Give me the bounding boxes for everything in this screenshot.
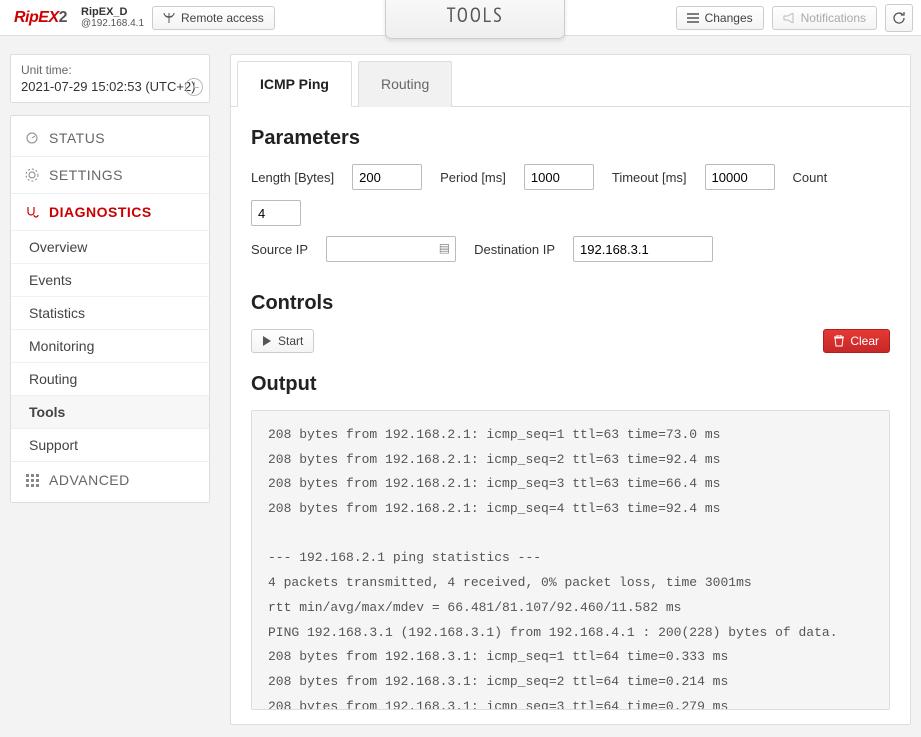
length-input[interactable] xyxy=(352,164,422,190)
sidebar-sub-support[interactable]: Support xyxy=(11,428,209,461)
start-button[interactable]: Start xyxy=(251,329,314,353)
dest-ip-input[interactable] xyxy=(573,236,713,262)
sidebar-sub-statistics[interactable]: Statistics xyxy=(11,296,209,329)
parameters-title: Parameters xyxy=(251,127,890,150)
sidebar-nav: STATUS SETTINGS DIAGNOSTICS Overview Eve… xyxy=(10,115,210,503)
gauge-icon xyxy=(25,131,39,145)
changes-button[interactable]: Changes xyxy=(676,6,764,30)
sidebar-sub-tools[interactable]: Tools xyxy=(11,395,209,428)
tabs: ICMP Ping Routing xyxy=(231,55,910,107)
period-label: Period [ms] xyxy=(440,170,506,185)
left-column: Unit time: 2021-07-29 15:02:53 (UTC+2) S… xyxy=(10,54,210,725)
tab-routing[interactable]: Routing xyxy=(358,61,452,107)
length-label: Length [Bytes] xyxy=(251,170,334,185)
sidebar-item-label: SETTINGS xyxy=(49,167,123,183)
unit-time-value: 2021-07-29 15:02:53 (UTC+2) xyxy=(21,79,199,94)
clear-button[interactable]: Clear xyxy=(823,329,890,353)
sidebar-item-label: ADVANCED xyxy=(49,472,130,488)
page-title: TOOLS xyxy=(385,0,565,39)
megaphone-icon xyxy=(783,13,795,23)
count-label: Count xyxy=(793,170,828,185)
sidebar-item-status[interactable]: STATUS xyxy=(11,120,209,156)
output-section: Output 208 bytes from 192.168.2.1: icmp_… xyxy=(231,373,910,724)
topbar: RipEX2 RipEX_D @192.168.4.1 Remote acces… xyxy=(0,0,921,36)
logo: RipEX2 xyxy=(8,9,73,27)
stethoscope-icon xyxy=(25,205,39,219)
logo-suffix: 2 xyxy=(59,9,67,26)
device-ip: @192.168.4.1 xyxy=(81,18,144,29)
sidebar-item-advanced[interactable]: ADVANCED xyxy=(11,461,209,498)
start-label: Start xyxy=(278,334,303,348)
sidebar-item-label: DIAGNOSTICS xyxy=(49,204,152,220)
clock-icon xyxy=(185,78,203,96)
sidebar-item-settings[interactable]: SETTINGS xyxy=(11,156,209,193)
timeout-label: Timeout [ms] xyxy=(612,170,687,185)
content-panel: ICMP Ping Routing Parameters Length [Byt… xyxy=(230,54,911,725)
sidebar-item-diagnostics[interactable]: DIAGNOSTICS xyxy=(11,193,209,230)
sidebar-sub-overview[interactable]: Overview xyxy=(11,230,209,263)
device-name: RipEX_D xyxy=(81,6,144,18)
dest-ip-label: Destination IP xyxy=(474,242,555,257)
controls-section: Controls Start Clear xyxy=(231,292,910,367)
sidebar-item-label: STATUS xyxy=(49,130,105,146)
parameters-section: Parameters Length [Bytes] Period [ms] Ti… xyxy=(231,107,910,286)
sidebar-sub-monitoring[interactable]: Monitoring xyxy=(11,329,209,362)
clear-label: Clear xyxy=(850,334,879,348)
unit-time-label: Unit time: xyxy=(21,63,199,77)
refresh-button[interactable] xyxy=(885,4,913,32)
logo-text: RipEX xyxy=(14,9,59,26)
refresh-icon xyxy=(892,11,906,25)
source-ip-input[interactable] xyxy=(326,236,456,262)
output-title: Output xyxy=(251,373,890,396)
main: Unit time: 2021-07-29 15:02:53 (UTC+2) S… xyxy=(0,36,921,735)
play-icon xyxy=(262,336,272,346)
antenna-icon xyxy=(163,12,175,24)
trash-icon xyxy=(834,335,844,347)
unit-time-card: Unit time: 2021-07-29 15:02:53 (UTC+2) xyxy=(10,54,210,103)
count-input[interactable] xyxy=(251,200,301,226)
grid-icon xyxy=(25,473,39,487)
tab-icmp-ping[interactable]: ICMP Ping xyxy=(237,61,352,107)
remote-access-label: Remote access xyxy=(181,11,264,25)
sidebar-sub-events[interactable]: Events xyxy=(11,263,209,296)
output-box[interactable]: 208 bytes from 192.168.2.1: icmp_seq=1 t… xyxy=(251,410,890,710)
sidebar-sub-routing[interactable]: Routing xyxy=(11,362,209,395)
device-block: RipEX_D @192.168.4.1 xyxy=(81,6,144,29)
changes-label: Changes xyxy=(705,11,753,25)
source-ip-label: Source IP xyxy=(251,242,308,257)
timeout-input[interactable] xyxy=(705,164,775,190)
notifications-label: Notifications xyxy=(801,11,866,25)
list-icon xyxy=(687,13,699,23)
controls-title: Controls xyxy=(251,292,890,315)
remote-access-button[interactable]: Remote access xyxy=(152,6,275,30)
period-input[interactable] xyxy=(524,164,594,190)
notifications-button[interactable]: Notifications xyxy=(772,6,877,30)
gear-icon xyxy=(25,168,39,182)
